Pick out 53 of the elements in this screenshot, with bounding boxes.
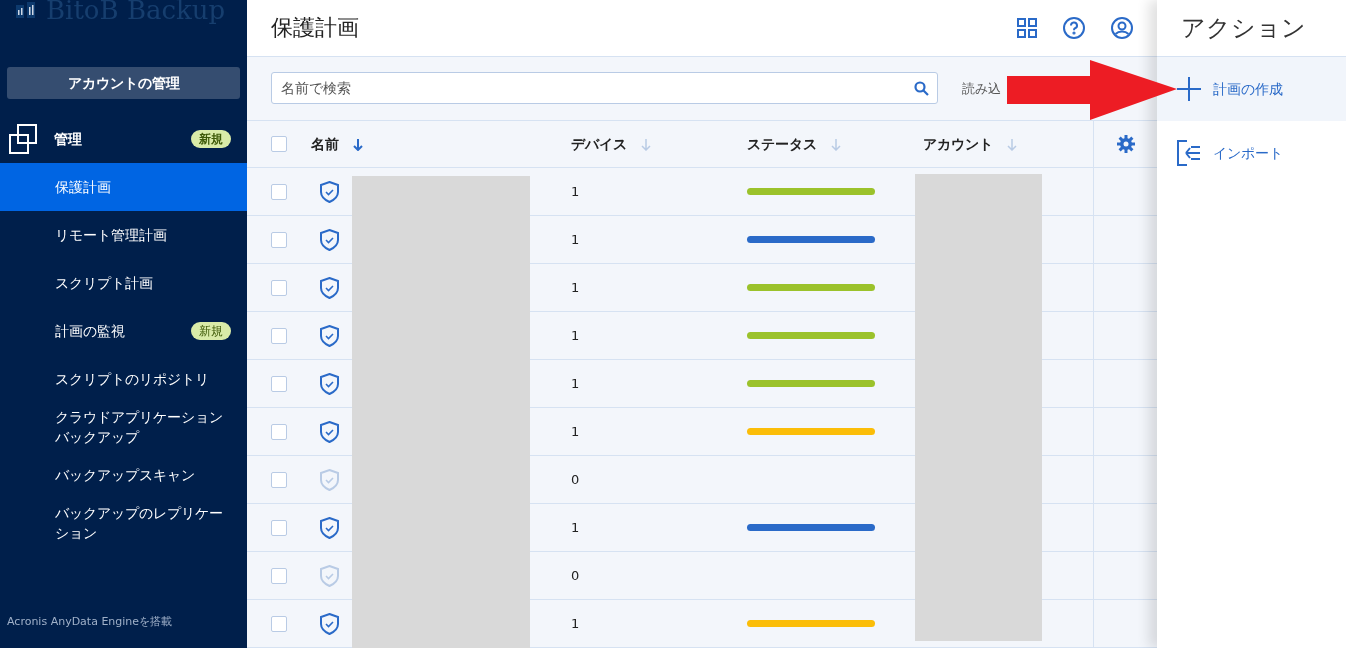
checkbox[interactable] xyxy=(271,519,287,536)
checkbox[interactable] xyxy=(271,279,287,296)
help-icon[interactable] xyxy=(1063,16,1085,39)
checkbox[interactable] xyxy=(271,327,287,344)
checkbox[interactable] xyxy=(271,615,287,632)
device-count: 0 xyxy=(571,470,580,489)
column-header[interactable]: アカウント xyxy=(923,133,993,155)
apps-grid-icon[interactable] xyxy=(1017,17,1037,38)
account-icon[interactable] xyxy=(1111,16,1133,39)
checkbox[interactable] xyxy=(271,423,287,440)
search-field[interactable]: 名前で検索 xyxy=(271,72,938,105)
checkbox[interactable] xyxy=(271,136,287,152)
device-count: 1 xyxy=(571,326,580,345)
action-item[interactable]: インポート xyxy=(1157,121,1346,185)
checkbox[interactable] xyxy=(271,375,287,392)
new-badge: 新規 xyxy=(191,130,231,148)
checkbox[interactable] xyxy=(271,183,287,200)
panel-title: アクション xyxy=(1181,13,1306,44)
device-count: 1 xyxy=(571,614,580,633)
page-title: 保護計画 xyxy=(271,14,360,43)
checkbox[interactable] xyxy=(271,231,287,248)
plus-icon xyxy=(1177,77,1201,101)
device-count: 1 xyxy=(571,278,580,297)
nav-item[interactable]: スクリプト計画 xyxy=(0,259,247,307)
checkbox[interactable] xyxy=(271,471,287,488)
device-count: 1 xyxy=(571,182,580,201)
nav-item[interactable]: 保護計画 xyxy=(0,163,247,211)
column-header[interactable]: デバイス xyxy=(571,133,627,155)
sort-arrow-icon[interactable] xyxy=(353,137,363,151)
nav-item[interactable]: 計画の監視 新規 xyxy=(0,307,247,355)
nav-item[interactable]: バックアップのレプリケーション xyxy=(0,499,247,547)
action-item[interactable]: 計画の作成 xyxy=(1157,57,1346,121)
checkbox[interactable] xyxy=(271,567,287,584)
settings-icon[interactable] xyxy=(1117,135,1135,153)
load-label: 読み込 xyxy=(962,79,1001,98)
device-count: 1 xyxy=(571,374,580,393)
device-count: 1 xyxy=(571,518,580,537)
column-header[interactable]: 名前 xyxy=(311,133,339,155)
powered-by-text: Acronis AnyData Engineを搭載 xyxy=(6,613,174,630)
import-icon xyxy=(1177,140,1201,166)
new-badge: 新規 xyxy=(191,322,231,340)
nav-item[interactable]: 管理 新規 xyxy=(0,115,247,163)
nav-item[interactable]: リモート管理計画 xyxy=(0,211,247,259)
nav-item[interactable]: スクリプトのリポジトリ xyxy=(0,355,247,403)
search-icon[interactable] xyxy=(914,80,929,96)
device-count: 0 xyxy=(571,566,580,585)
column-header[interactable]: ステータス xyxy=(747,133,817,155)
nav-item[interactable]: クラウドアプリケーションバックアップ xyxy=(0,403,247,451)
overlapping-squares-icon xyxy=(8,124,38,154)
device-count: 1 xyxy=(571,230,580,249)
device-count: 1 xyxy=(571,422,580,441)
account-management-button[interactable]: アカウントの管理 xyxy=(7,67,240,99)
nav-item[interactable]: バックアップスキャン xyxy=(0,451,247,499)
